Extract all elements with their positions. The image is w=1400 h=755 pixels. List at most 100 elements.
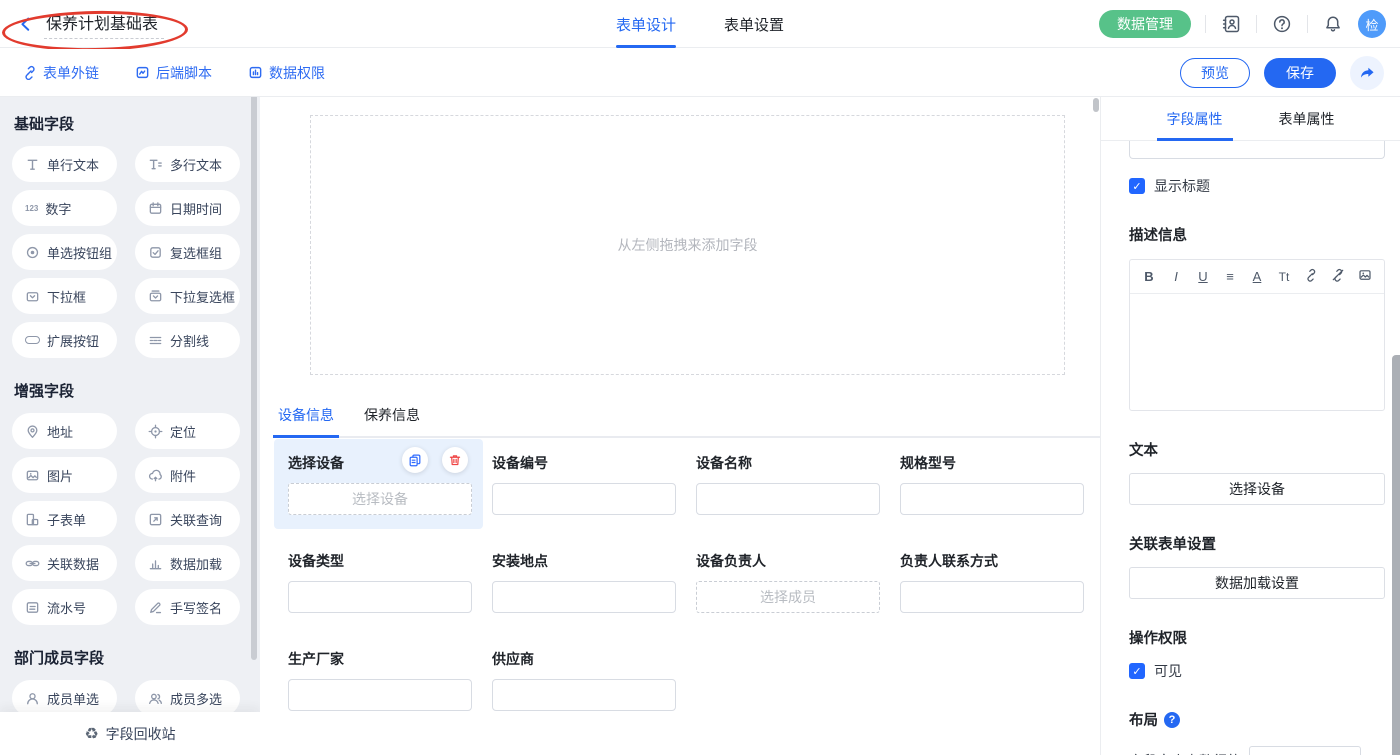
field-label: 规格型号 xyxy=(900,453,1084,473)
field-radio-group[interactable]: 单选按钮组 xyxy=(12,234,117,270)
device-type-input[interactable] xyxy=(288,581,472,613)
field-attachment[interactable]: 附件 xyxy=(135,457,240,493)
field-number[interactable]: 123数字 xyxy=(12,190,117,226)
field-cell-manufacturer[interactable]: 生产厂家 xyxy=(288,649,472,711)
radio-icon xyxy=(25,245,40,260)
data-manage-button[interactable]: 数据管理 xyxy=(1099,10,1191,38)
text-heading: 文本 xyxy=(1129,439,1385,460)
field-cell-install-location[interactable]: 安装地点 xyxy=(492,551,676,613)
field-cell-device-name[interactable]: 设备名称 xyxy=(696,453,880,515)
save-button[interactable]: 保存 xyxy=(1264,58,1336,88)
workspace: 基础字段 单行文本 多行文本 123数字 日期时间 单选按钮组 复选框组 下拉框… xyxy=(0,97,1400,755)
dropzone[interactable]: 从左侧拖拽来添加字段 xyxy=(310,115,1065,375)
tab-maintenance-info[interactable]: 保养信息 xyxy=(364,405,420,436)
toolbar-links: 表单外链 后端脚本 数据权限 xyxy=(0,63,325,83)
align-icon[interactable]: ≡ xyxy=(1223,269,1237,284)
divider xyxy=(1205,15,1206,33)
field-cell-owner-contact[interactable]: 负责人联系方式 xyxy=(900,551,1084,613)
external-link-item[interactable]: 表单外链 xyxy=(22,63,99,83)
remove-link-icon[interactable] xyxy=(1331,268,1345,285)
tab-form-design[interactable]: 表单设计 xyxy=(616,0,676,48)
device-name-input[interactable] xyxy=(696,483,880,515)
italic-icon[interactable]: I xyxy=(1169,269,1183,284)
bell-icon[interactable] xyxy=(1322,13,1344,35)
field-linked-query[interactable]: 关联查询 xyxy=(135,501,240,537)
field-cell-device-type[interactable]: 设备类型 xyxy=(288,551,472,613)
font-size-icon[interactable]: Tt xyxy=(1277,270,1291,284)
field-address[interactable]: 地址 xyxy=(12,413,117,449)
field-linked-data[interactable]: 关联数据 xyxy=(12,545,117,581)
editor-content[interactable] xyxy=(1130,294,1384,410)
tab-form-properties[interactable]: 表单属性 xyxy=(1279,97,1335,140)
canvas-scrollbar[interactable] xyxy=(1093,98,1099,112)
address-book-icon[interactable] xyxy=(1220,13,1242,35)
field-member-single[interactable]: 成员单选 xyxy=(12,680,117,716)
layout-help-icon[interactable]: ? xyxy=(1164,712,1180,728)
help-icon[interactable] xyxy=(1271,13,1293,35)
device-code-input[interactable] xyxy=(492,483,676,515)
install-location-input[interactable] xyxy=(492,581,676,613)
field-data-load[interactable]: 数据加载 xyxy=(135,545,240,581)
field-label: 供应商 xyxy=(492,649,676,669)
show-title-checkbox[interactable]: ✓ xyxy=(1129,178,1145,194)
description-editor: B I U ≡ A Tt xyxy=(1129,259,1385,411)
tab-field-properties[interactable]: 字段属性 xyxy=(1167,97,1223,140)
field-single-text[interactable]: 单行文本 xyxy=(12,146,117,182)
underline-icon[interactable]: U xyxy=(1196,269,1210,284)
field-checkbox-group[interactable]: 复选框组 xyxy=(135,234,240,270)
data-permission-item[interactable]: 数据权限 xyxy=(248,63,325,83)
field-image[interactable]: 图片 xyxy=(12,457,117,493)
delete-field-button[interactable] xyxy=(442,447,468,473)
section-enhanced-fields: 增强字段 xyxy=(14,380,260,401)
field-serial-number[interactable]: 流水号 xyxy=(12,589,117,625)
copy-field-button[interactable] xyxy=(402,447,428,473)
field-signature[interactable]: 手写签名 xyxy=(135,589,240,625)
field-multi-select[interactable]: 下拉复选框 xyxy=(135,278,240,314)
field-cell-device-owner[interactable]: 设备负责人 选择成员 xyxy=(696,551,880,613)
visible-checkbox[interactable]: ✓ xyxy=(1129,663,1145,679)
width-ratio-select[interactable]: 1/4 xyxy=(1249,746,1361,755)
preview-button[interactable]: 预览 xyxy=(1180,58,1250,88)
avatar[interactable]: 检 xyxy=(1358,10,1386,38)
tab-form-settings[interactable]: 表单设置 xyxy=(724,0,784,48)
tab-device-info[interactable]: 设备信息 xyxy=(278,405,334,436)
field-multi-text[interactable]: 多行文本 xyxy=(135,146,240,182)
font-color-icon[interactable]: A xyxy=(1250,269,1264,284)
pen-icon xyxy=(148,600,163,615)
member-picker[interactable]: 选择成员 xyxy=(696,581,880,613)
field-recycle-bin[interactable]: ♻ 字段回收站 xyxy=(0,712,260,755)
field-datetime[interactable]: 日期时间 xyxy=(135,190,240,226)
data-load-setting-button[interactable]: 数据加载设置 xyxy=(1129,567,1385,599)
app-window: 保养计划基础表 表单设计 表单设置 数据管理 检 xyxy=(0,0,1400,755)
device-picker[interactable]: 选择设备 xyxy=(288,483,472,515)
panel-tabs: 字段属性 表单属性 xyxy=(1101,97,1400,141)
bold-icon[interactable]: B xyxy=(1142,269,1156,284)
spec-model-input[interactable] xyxy=(900,483,1084,515)
sidebar-scrollbar[interactable] xyxy=(251,97,257,660)
field-cell-spec-model[interactable]: 规格型号 xyxy=(900,453,1084,515)
supplier-input[interactable] xyxy=(492,679,676,711)
title-input-partial[interactable] xyxy=(1129,141,1385,159)
trash-icon xyxy=(448,453,462,467)
field-cell-supplier[interactable]: 供应商 xyxy=(492,649,676,711)
field-locate[interactable]: 定位 xyxy=(135,413,240,449)
insert-image-icon[interactable] xyxy=(1358,268,1372,285)
show-title-row: ✓ 显示标题 xyxy=(1129,176,1385,196)
data-permission-label: 数据权限 xyxy=(269,63,325,83)
backend-script-item[interactable]: 后端脚本 xyxy=(135,63,212,83)
insert-link-icon[interactable] xyxy=(1304,268,1318,285)
panel-scrollbar[interactable] xyxy=(1392,355,1400,755)
field-cell-select-device[interactable]: 选择设备 选择设备 xyxy=(274,439,483,529)
select-device-setting-button[interactable]: 选择设备 xyxy=(1129,473,1385,505)
field-select[interactable]: 下拉框 xyxy=(12,278,117,314)
field-cell-device-code[interactable]: 设备编号 xyxy=(492,453,676,515)
show-title-label: 显示标题 xyxy=(1154,176,1210,196)
field-member-multi[interactable]: 成员多选 xyxy=(135,680,240,716)
field-subform[interactable]: 子表单 xyxy=(12,501,117,537)
owner-contact-input[interactable] xyxy=(900,581,1084,613)
layout-width-row: 字段宽度占整行的 1/4 xyxy=(1129,746,1385,755)
share-button[interactable] xyxy=(1350,56,1384,90)
field-divider[interactable]: 分割线 xyxy=(135,322,240,358)
manufacturer-input[interactable] xyxy=(288,679,472,711)
field-extend-button[interactable]: 扩展按钮 xyxy=(12,322,117,358)
